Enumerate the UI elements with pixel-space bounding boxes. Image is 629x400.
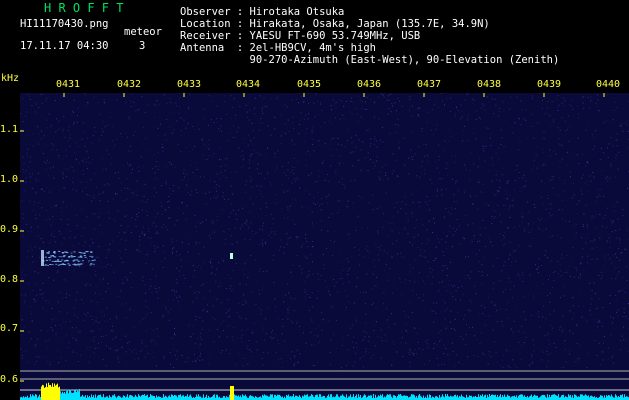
x-tick-label: 0436	[357, 79, 382, 90]
x-tick-label: 0437	[417, 79, 442, 90]
hrofft-spectrogram-window: H R O F F T HI11170430.png 17.11.17 04:3…	[0, 0, 629, 400]
y-tick-label: 1.1	[0, 124, 19, 135]
x-tick-label: 0434	[236, 79, 261, 90]
y-tick-label: 1.0	[0, 174, 19, 185]
app-brand: H R O F F T	[44, 1, 124, 15]
x-tick-label: 0440	[596, 79, 621, 90]
x-tick-label: 0433	[177, 79, 202, 90]
x-tick-label: 0435	[297, 79, 322, 90]
y-tick-label: 0.8	[0, 274, 19, 285]
plot-background	[20, 93, 629, 400]
location-line: Location : Hirakata, Osaka, Japan (135.7…	[180, 18, 490, 30]
receiver-line: Receiver : YAESU FT-690 53.749MHz, USB	[180, 30, 421, 42]
timestamp: 17.11.17 04:30	[20, 40, 109, 52]
x-tick-label: 0438	[477, 79, 502, 90]
meteor-count: 3	[139, 40, 146, 52]
meteor-echo-point	[230, 253, 233, 259]
y-tick-label: 0.7	[0, 323, 19, 334]
image-filename: HI11170430.png	[20, 18, 109, 30]
x-tick-label: 0431	[56, 79, 81, 90]
observer-line: Observer : Hirotaka Otsuka	[180, 6, 345, 18]
spectrogram-plot	[20, 93, 629, 400]
time-axis: 0431 0432 0433 0434 0435 0436 0437 0438 …	[0, 79, 629, 93]
meteor-label: meteor	[124, 26, 162, 38]
y-tick-label: 0.6	[0, 374, 19, 385]
antenna-line: Antenna : 2el-HB9CV, 4m's high	[180, 42, 376, 54]
antenna-direction-line: 90-270-Azimuth (East-West), 90-Elevation…	[180, 54, 560, 66]
y-tick-label: 0.9	[0, 224, 19, 235]
x-tick-label: 0439	[537, 79, 562, 90]
x-tick-label: 0432	[117, 79, 142, 90]
